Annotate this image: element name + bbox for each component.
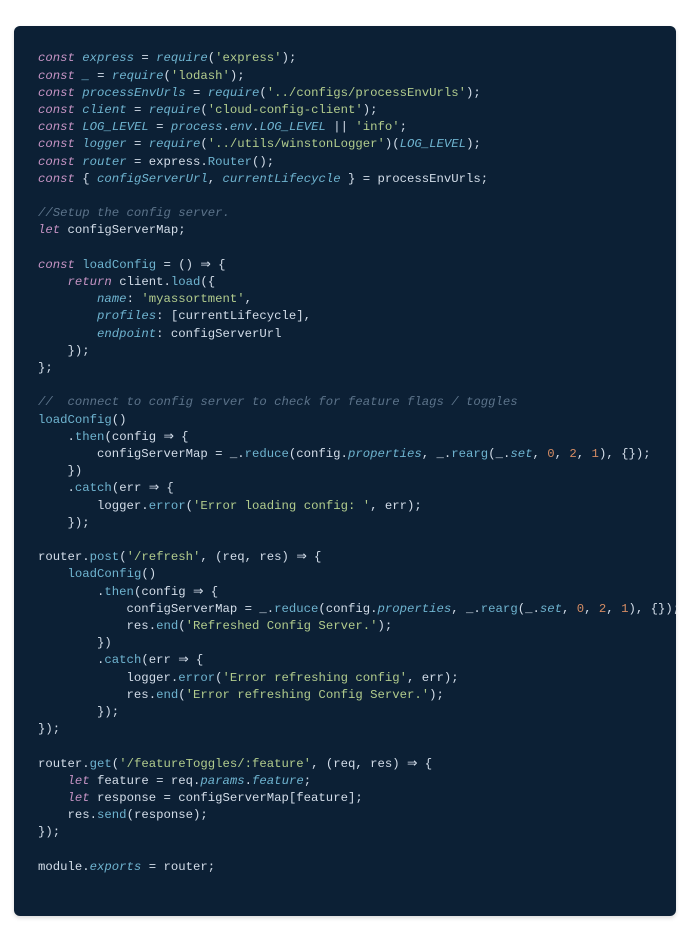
- code-block: const express = require('express'); cons…: [14, 26, 676, 916]
- code-frame: const express = require('express'); cons…: [0, 0, 690, 943]
